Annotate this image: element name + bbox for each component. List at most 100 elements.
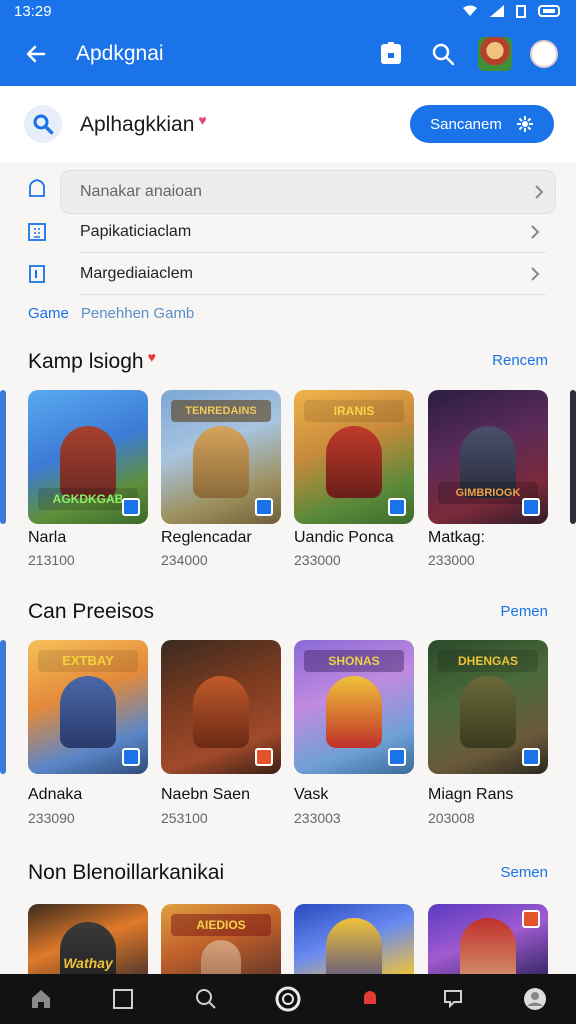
game-meta: 213100 [28,552,75,568]
heart-icon: ♥ [198,111,207,128]
download-badge-icon [522,910,540,928]
bottom-navigation [0,974,576,1024]
game-logo: DHENGAS [438,650,538,672]
arrow-left-icon [26,45,46,63]
chevron-right-icon [535,185,544,199]
save-button[interactable] [374,37,408,71]
search-action-button[interactable]: Sancanem [410,105,554,143]
game-title[interactable]: Miagn Rans [428,786,558,804]
menu-row-3[interactable]: Margediaiaclem [0,252,576,296]
filter-field-placeholder: Nanakar anaioan [80,183,202,200]
nav-home-circle-button[interactable] [268,979,308,1019]
download-badge-icon [122,748,140,766]
game-title[interactable]: Uandic Ponca [294,529,424,547]
menu-row-2[interactable]: Papikaticiaclam [0,210,576,254]
game-tile[interactable]: IRANIS [294,390,414,524]
tile-peek-left[interactable] [0,390,6,524]
section-header: Non Blenoillarkanikai Semen [0,861,576,891]
status-time: 13:29 [14,2,52,20]
app-title: Apdkgnai [76,42,164,65]
section-title-text: Kamp lsiogh [28,350,144,373]
game-title[interactable]: Matkag: [428,529,558,547]
app-bar-actions [374,37,558,71]
game-avatar[interactable] [478,37,512,71]
game-logo: Wathay [63,955,113,971]
game-logo: IRANIS [304,400,404,422]
download-badge-icon [122,498,140,516]
nav-library-button[interactable] [103,979,143,1019]
game-tile[interactable]: AIEDIOS [161,904,281,974]
message-icon [443,990,462,1009]
chevron-right-icon [531,267,540,281]
game-meta: 233000 [428,552,475,568]
game-meta: 233003 [294,810,341,826]
menu-row-3-label: Margediaiaclem [80,265,193,282]
chevron-right-icon [531,225,540,239]
game-tile[interactable]: EXTBAY [28,640,148,774]
download-badge-icon [522,748,540,766]
game-logo: EXTBAY [38,650,138,672]
file-icon [26,263,48,285]
game-tile[interactable] [428,904,548,974]
section-title: Non Blenoillarkanikai [28,861,225,884]
search-icon [33,114,54,135]
game-meta: 253100 [161,810,208,826]
category-tagline: Game Penehhen Gamb [28,305,194,322]
tag-value[interactable]: Penehhen Gamb [81,305,194,322]
game-meta: 233090 [28,810,75,826]
section-title: Kamp lsiogh ♥ [28,349,156,374]
search-header: Aplhagkkian ♥ Sancanem [0,86,576,162]
download-badge-icon [255,498,273,516]
nav-messages-button[interactable] [433,979,473,1019]
nav-notifications-button[interactable] [350,979,390,1019]
section-more-link[interactable]: Pemen [500,603,548,620]
game-meta: 234000 [161,552,208,568]
search-button[interactable] [426,37,460,71]
game-tile[interactable]: SHONAS [294,640,414,774]
nav-home-button[interactable] [21,979,61,1019]
game-tile[interactable]: DHENGAS [428,640,548,774]
nav-search-button[interactable] [186,979,226,1019]
game-title[interactable]: Reglencadar [161,529,291,547]
download-badge-icon [388,498,406,516]
tile-peek-left[interactable] [0,640,6,774]
tag-key[interactable]: Game [28,305,69,322]
game-tile[interactable]: Wathay [28,904,148,974]
game-logo: AIEDIOS [171,914,271,936]
section-title: Can Preeisos [28,600,155,623]
search-icon [432,43,455,66]
home-icon [26,177,48,199]
app-bar: Apdkgnai [0,22,576,86]
wifi-icon [463,5,477,16]
search-icon [195,989,216,1009]
game-logo: SHONAS [304,650,404,672]
grid-icon [26,221,48,243]
user-avatar[interactable] [530,40,558,68]
sim-icon [516,4,526,18]
section-more-link[interactable]: Semen [500,864,548,881]
menu-row-field[interactable]: Nanakar anaioan [0,166,576,214]
bell-icon [364,991,377,1004]
game-title[interactable]: Narla [28,529,158,547]
game-title[interactable]: Vask [294,786,424,804]
settings-icon [516,116,533,132]
game-tile[interactable]: TENREDAINS [161,390,281,524]
search-icon-circle[interactable] [24,105,62,143]
game-tile[interactable]: AGKDKGAB [28,390,148,524]
game-tile[interactable] [161,640,281,774]
game-title[interactable]: Naebn Saen [161,786,291,804]
tile-peek-right[interactable] [570,390,576,524]
section-more-link[interactable]: Rencem [492,352,548,369]
download-badge-icon [388,748,406,766]
nav-profile-button[interactable] [515,979,555,1019]
game-tile[interactable] [294,904,414,974]
game-meta: 233000 [294,552,341,568]
back-button[interactable] [18,36,54,72]
game-title[interactable]: Adnaka [28,786,158,804]
heart-icon: ♥ [147,349,156,365]
game-logo: TENREDAINS [171,400,271,422]
section-header: Can Preeisos Pemen [0,600,576,630]
section-header: Kamp lsiogh ♥ Rencem [0,349,576,379]
status-icons [462,4,562,18]
game-tile[interactable]: GIMBRIOGK [428,390,548,524]
